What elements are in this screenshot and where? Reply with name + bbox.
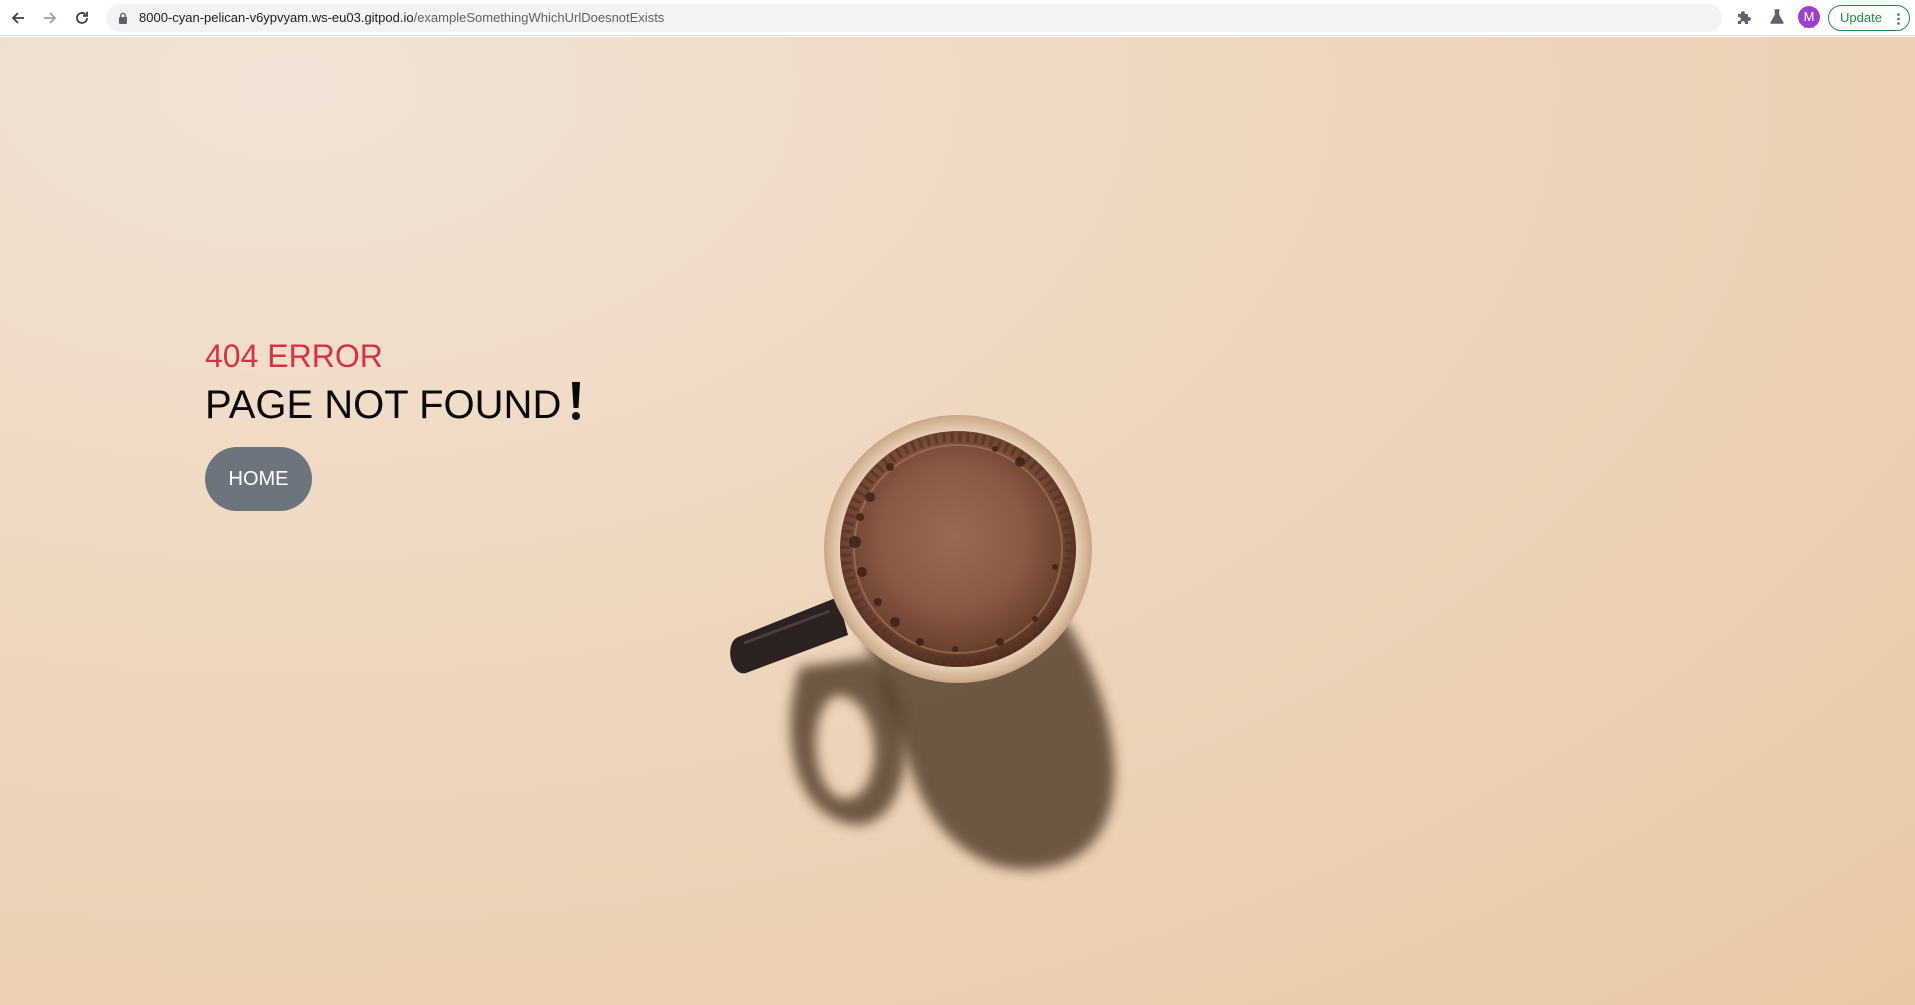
url-text[interactable]: 8000-cyan-pelican-v6ypvyam.ws-eu03.gitpo… xyxy=(139,10,664,26)
update-label: Update xyxy=(1840,10,1882,25)
profile-avatar[interactable]: M xyxy=(1798,6,1820,28)
mug-handle xyxy=(730,597,848,674)
home-button[interactable]: HOME xyxy=(205,447,312,511)
update-button[interactable]: Update xyxy=(1828,5,1910,31)
error-code: 404 ERROR xyxy=(205,338,383,374)
browser-toolbar: 8000-cyan-pelican-v6ypvyam.ws-eu03.gitpo… xyxy=(0,0,1915,36)
page-viewport: 404 ERROR PAGE NOT FOUND HOME xyxy=(0,37,1915,1005)
lock-icon[interactable] xyxy=(118,12,128,24)
reload-icon xyxy=(76,11,88,24)
page-title-text: PAGE NOT FOUND xyxy=(205,383,562,427)
forward-arrow-icon xyxy=(44,12,57,24)
coffee-mug-image xyxy=(730,415,1115,870)
back-button[interactable] xyxy=(6,6,30,30)
url-host: 8000-cyan-pelican-v6ypvyam.ws-eu03.gitpo… xyxy=(139,10,414,25)
handle-shadow xyxy=(790,657,906,825)
forward-button[interactable] xyxy=(38,6,62,30)
url-path: /exampleSomethingWhichUrlDoesnotExists xyxy=(413,10,665,25)
address-bar[interactable]: 8000-cyan-pelican-v6ypvyam.ws-eu03.gitpo… xyxy=(106,4,1817,32)
reload-button[interactable] xyxy=(70,6,94,30)
flask-icon[interactable] xyxy=(1768,8,1786,26)
puzzle-icon[interactable] xyxy=(1734,8,1754,28)
page-title: PAGE NOT FOUND xyxy=(205,380,583,429)
back-arrow-icon xyxy=(11,12,24,24)
kebab-menu-icon xyxy=(1897,13,1900,25)
coffee-surface xyxy=(840,431,1076,667)
exclamation-icon xyxy=(572,382,581,420)
